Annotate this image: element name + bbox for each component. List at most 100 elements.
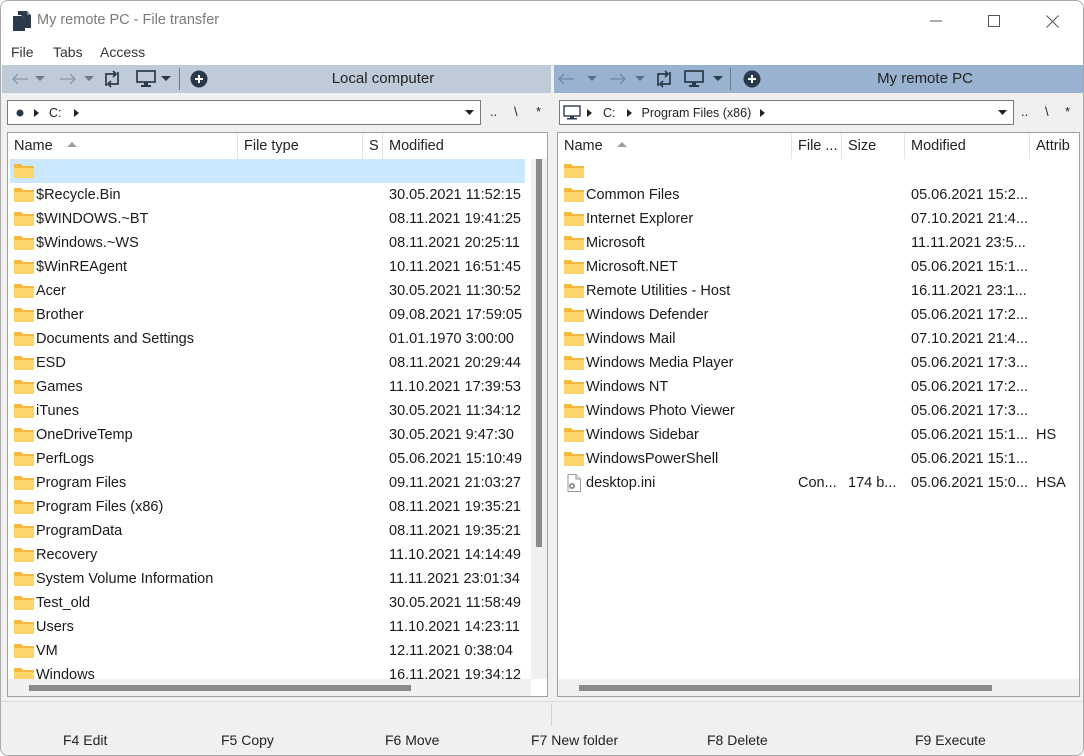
monitor-icon[interactable]: [135, 69, 157, 89]
vertical-scrollbar[interactable]: [531, 159, 547, 679]
folder-row[interactable]: $Windows.~WS 08.11.2021 20:25:11: [10, 231, 525, 255]
folder-row[interactable]: Acer 30.05.2021 11:30:52: [10, 279, 525, 303]
filter-button[interactable]: *: [536, 104, 541, 119]
f6-move-button[interactable]: F6 Move: [385, 732, 439, 748]
column-name[interactable]: Name: [8, 133, 238, 159]
close-button[interactable]: [1023, 1, 1081, 41]
minimize-button[interactable]: [907, 1, 965, 41]
folder-row[interactable]: $WINDOWS.~BT 08.11.2021 19:41:25: [10, 207, 525, 231]
menu-file[interactable]: File: [11, 44, 34, 60]
folder-row[interactable]: Windows Photo Viewer 05.06.2021 17:3...: [560, 399, 1079, 423]
forward-arrow-icon[interactable]: [59, 69, 77, 89]
folder-row[interactable]: iTunes 30.05.2021 11:34:12: [10, 399, 525, 423]
root-folder-button[interactable]: \: [1045, 104, 1049, 119]
folder-row[interactable]: Microsoft 11.11.2021 23:5...: [560, 231, 1079, 255]
column-size[interactable]: Size: [842, 133, 905, 159]
folder-row[interactable]: PerfLogs 05.06.2021 15:10:49: [10, 447, 525, 471]
breadcrumb-segment[interactable]: C:: [49, 106, 62, 120]
chevron-down-icon[interactable]: [465, 110, 474, 116]
folder-row[interactable]: $Recycle.Bin 30.05.2021 11:52:15: [10, 183, 525, 207]
monitor-chevron-down-icon[interactable]: [161, 69, 171, 89]
folder-row[interactable]: Internet Explorer 07.10.2021 21:4...: [560, 207, 1079, 231]
f7-new-folder-button[interactable]: F7 New folder: [531, 732, 618, 748]
f9-execute-button[interactable]: F9 Execute: [915, 732, 986, 748]
folder-row[interactable]: Recovery 11.10.2021 14:14:49: [10, 543, 525, 567]
breadcrumb-arrow-icon[interactable]: [34, 108, 39, 117]
column-modified[interactable]: Modified: [383, 133, 533, 159]
refresh-icon[interactable]: [653, 69, 675, 89]
folder-row[interactable]: Documents and Settings 01.01.1970 3:00:00: [10, 327, 525, 351]
back-arrow-icon[interactable]: [557, 69, 575, 89]
folder-row[interactable]: Program Files 09.11.2021 21:03:27: [10, 471, 525, 495]
folder-row[interactable]: OneDriveTemp 30.05.2021 9:47:30: [10, 423, 525, 447]
horizontal-scroll-thumb[interactable]: [29, 685, 411, 691]
folder-row[interactable]: Windows Media Player 05.06.2021 17:3...: [560, 351, 1079, 375]
parent-folder-button[interactable]: ..: [490, 104, 497, 119]
root-folder-button[interactable]: \: [514, 104, 518, 119]
folder-row[interactable]: Games 11.10.2021 17:39:53: [10, 375, 525, 399]
maximize-button[interactable]: [965, 1, 1023, 41]
breadcrumb-arrow-icon[interactable]: [73, 108, 79, 117]
column-attributes[interactable]: Attrib: [1030, 133, 1079, 159]
folder-row[interactable]: ESD 08.11.2021 20:29:44: [10, 351, 525, 375]
horizontal-scroll-thumb[interactable]: [579, 685, 992, 691]
back-arrow-icon[interactable]: [11, 69, 29, 89]
folder-row[interactable]: ProgramData 08.11.2021 19:35:21: [10, 519, 525, 543]
chevron-down-icon[interactable]: [998, 110, 1007, 116]
folder-row[interactable]: Program Files (x86) 08.11.2021 19:35:21: [10, 495, 525, 519]
forward-history-chevron-down-icon[interactable]: [84, 69, 94, 89]
filter-button[interactable]: *: [1065, 104, 1070, 119]
breadcrumb-arrow-icon[interactable]: [760, 108, 766, 117]
folder-row[interactable]: Microsoft.NET 05.06.2021 15:1...: [560, 255, 1079, 279]
back-history-chevron-down-icon[interactable]: [35, 69, 45, 89]
column-size[interactable]: S: [363, 133, 383, 159]
folder-row[interactable]: System Volume Information 11.11.2021 23:0…: [10, 567, 525, 591]
folder-row[interactable]: Windows NT 05.06.2021 17:2...: [560, 375, 1079, 399]
monitor-icon[interactable]: [683, 69, 705, 89]
folder-row[interactable]: WindowsPowerShell 05.06.2021 15:1...: [560, 447, 1079, 471]
file-row[interactable]: desktop.ini Con... 174 b... 05.06.2021 15:0…: [560, 471, 1079, 495]
menu-tabs[interactable]: Tabs: [53, 44, 83, 60]
folder-row[interactable]: [560, 159, 1079, 183]
column-name[interactable]: Name: [558, 133, 792, 159]
add-circle-icon[interactable]: [743, 69, 761, 89]
path-combobox[interactable]: C: Program Files (x86): [559, 100, 1014, 125]
column-file-type[interactable]: File ...: [792, 133, 842, 159]
f5-copy-button[interactable]: F5 Copy: [221, 732, 274, 748]
forward-history-chevron-down-icon[interactable]: [635, 69, 645, 89]
back-history-chevron-down-icon[interactable]: [587, 69, 597, 89]
breadcrumb-arrow-icon[interactable]: [626, 108, 632, 117]
refresh-icon[interactable]: [101, 69, 123, 89]
folder-row[interactable]: Users 11.10.2021 14:23:11: [10, 615, 525, 639]
folder-row[interactable]: Windows Sidebar 05.06.2021 15:1... HS: [560, 423, 1079, 447]
folder-row[interactable]: [10, 159, 525, 183]
f8-delete-button[interactable]: F8 Delete: [707, 732, 768, 748]
file-size: [848, 279, 906, 303]
vertical-scroll-thumb[interactable]: [536, 159, 542, 547]
forward-arrow-icon[interactable]: [609, 69, 627, 89]
path-combobox[interactable]: C:: [7, 100, 481, 125]
folder-row[interactable]: Windows Mail 07.10.2021 21:4...: [560, 327, 1079, 351]
folder-row[interactable]: Windows Defender 05.06.2021 17:2...: [560, 303, 1079, 327]
f4-edit-button[interactable]: F4 Edit: [63, 732, 107, 748]
folder-row[interactable]: Brother 09.08.2021 17:59:05: [10, 303, 525, 327]
breadcrumb-arrow-icon[interactable]: [587, 108, 592, 117]
parent-folder-button[interactable]: ..: [1021, 104, 1028, 119]
folder-row[interactable]: Common Files 05.06.2021 15:2...: [560, 183, 1079, 207]
modified-date: 10.11.2021 16:51:45: [389, 259, 521, 275]
attributes: HS: [1036, 427, 1057, 443]
folder-row[interactable]: $WinREAgent 10.11.2021 16:51:45: [10, 255, 525, 279]
menu-access[interactable]: Access: [100, 44, 145, 60]
column-file-type[interactable]: File type: [238, 133, 363, 159]
folder-row[interactable]: Remote Utilities - Host 16.11.2021 23:1..…: [560, 279, 1079, 303]
horizontal-scrollbar[interactable]: [558, 679, 1079, 696]
add-circle-icon[interactable]: [190, 69, 208, 89]
breadcrumb-segment[interactable]: Program Files (x86): [642, 106, 752, 120]
folder-row[interactable]: VM 12.11.2021 0:38:04: [10, 639, 525, 663]
breadcrumb-segment[interactable]: C:: [603, 106, 616, 120]
column-modified[interactable]: Modified: [905, 133, 1030, 159]
monitor-chevron-down-icon[interactable]: [713, 69, 723, 89]
file-type: [798, 375, 843, 399]
horizontal-scrollbar[interactable]: [8, 679, 531, 696]
folder-row[interactable]: Test_old 30.05.2021 11:58:49: [10, 591, 525, 615]
